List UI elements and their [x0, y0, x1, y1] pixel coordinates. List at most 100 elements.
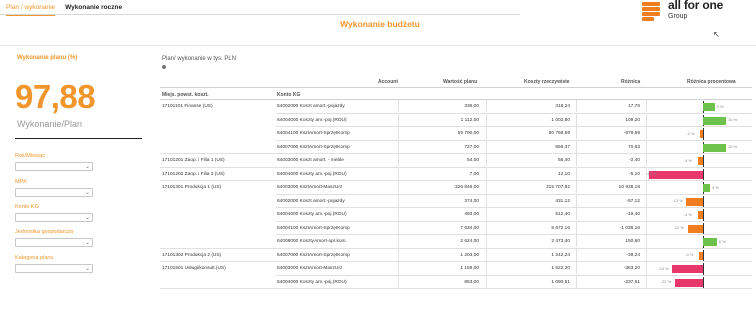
column-separator — [398, 154, 399, 166]
column-separator — [398, 194, 399, 207]
cell-cost: 2 473,40 — [551, 239, 570, 244]
cell-cost: 318,24 — [555, 104, 570, 109]
table-row[interactable]: 64007000 KsztAmort-SprzętKomp 727,00 656,3… — [160, 140, 752, 154]
cell-plan: 374,00 — [464, 198, 479, 204]
pct-bar-axis — [703, 263, 704, 275]
pct-bar-cell: -42 % — [646, 168, 750, 181]
column-separator — [576, 113, 577, 126]
pct-bar-label: -13 % — [672, 198, 683, 203]
column-separator — [486, 113, 487, 126]
table-row[interactable]: 64002000 Koszt amort.-pojazdy 374,00 431,1… — [160, 194, 752, 208]
filter-dropdown[interactable]: ⌄ — [15, 213, 93, 222]
column-separator — [486, 235, 487, 247]
column-separator — [486, 140, 487, 153]
pct-bar-label: -3 % — [685, 252, 694, 257]
filter-dropdown[interactable]: ⌄ — [15, 188, 93, 197]
cell-konto: 64008000 KosztyAmort-opr.kom. — [277, 239, 347, 244]
column-separator — [398, 127, 399, 139]
cell-diff: -57,12 — [626, 198, 640, 204]
cell-cost: 431,12 — [555, 198, 570, 204]
table-row[interactable]: 17101301 Produkcja 1 (US) 64003000 KsztAm… — [160, 181, 752, 195]
column-separator — [576, 275, 577, 288]
header-divider — [0, 14, 520, 15]
table-row[interactable]: 17101302 Produkcja 2 (US) 64007000 KsztAm… — [160, 248, 752, 262]
header-plan: Wartość planu — [443, 79, 478, 85]
pct-bar-label: -22 % — [660, 279, 672, 284]
table-row[interactable]: 64004000 Koszty am.-poj.(ROU) 1 112,00 1 0… — [160, 113, 752, 127]
cell-cost: 512,40 — [555, 212, 570, 217]
cell-diff: -1 038,16 — [619, 225, 640, 231]
cell-cost: 656,37 — [555, 144, 570, 150]
column-separator — [576, 248, 577, 261]
cell-plan: 326 846,00 — [454, 185, 479, 190]
logo-subtext: Group — [668, 13, 688, 20]
cell-konto: 64004100 KsztAmort-SprzętKomp — [277, 131, 350, 136]
kpi-underline — [15, 138, 142, 139]
column-separator — [576, 167, 577, 180]
table-row[interactable]: 64008000 KosztyAmort-opr.kom. 2 624,00 2 4… — [160, 235, 752, 249]
filter-jednostka-gospodarcza: Jednostka gospodarcza ⌄ — [15, 229, 93, 247]
company-logo: all for one Group — [638, 0, 748, 26]
cell-mpk: 17101302 Produkcja 2 (US) — [162, 252, 222, 258]
header-account: Account — [378, 79, 398, 85]
column-separator — [576, 235, 577, 247]
pct-bar-label: 10 % — [728, 117, 738, 122]
cell-plan: 2 624,00 — [460, 239, 479, 244]
table-row[interactable]: 64004000 Koszty am.-poj.(ROU) 493,00 512,4… — [160, 208, 752, 222]
kpi-subtitle: Wykonanie/Plan — [17, 119, 82, 129]
table-row[interactable]: 64004100 KsztAmort-SprzętKomp 7 634,00 8 6… — [160, 221, 752, 235]
cell-diff: -2,40 — [629, 158, 640, 163]
column-separator — [576, 262, 577, 274]
pct-bar — [686, 197, 703, 206]
pct-bar-label: -4 % — [683, 157, 693, 163]
pct-bar-axis — [703, 168, 704, 181]
pct-bar — [703, 238, 717, 246]
column-separator — [486, 167, 487, 180]
kpi-value: 97,88 — [15, 78, 96, 115]
column-separator — [398, 262, 399, 274]
cell-cost: 56,40 — [557, 158, 570, 163]
cell-diff: -237,51 — [623, 279, 640, 285]
logo-mark-icon — [642, 2, 660, 22]
table-row[interactable]: 64004100 KsztAmort-SprzętKomp 59 790,00 60… — [160, 127, 752, 141]
column-separator — [486, 221, 487, 234]
cell-diff: 17,76 — [627, 104, 640, 109]
pct-bar-label: -2 % — [686, 130, 695, 136]
cell-diff: -5,10 — [629, 171, 640, 177]
table-row[interactable]: 17101501 Usługi/konsult.(US) 64003000 Ksz… — [160, 262, 752, 276]
pct-bar — [697, 211, 703, 219]
cell-cost: 12,10 — [557, 171, 570, 177]
pct-bar-cell: -13 % — [646, 195, 750, 208]
pct-bar-cell: -22 % — [646, 276, 750, 289]
table-row[interactable]: 64004000 Koszty am.-poj.(ROU) 853,00 1 090… — [160, 275, 752, 289]
cell-mpk: 17101301 Produkcja 1 (US) — [162, 185, 222, 190]
filter-dropdown[interactable]: ⌄ — [15, 162, 93, 171]
pct-bar-cell: -24 % — [646, 263, 750, 275]
pct-bar — [703, 103, 715, 111]
cell-konto: 64004000 Koszty am.-poj.(ROU) — [277, 117, 347, 123]
cell-cost: 1 242,24 — [551, 252, 570, 258]
filter-rok-miesiac: Rok/Miesiąc ⌄ — [15, 153, 93, 171]
pct-bar — [697, 157, 703, 165]
budget-table: Account Wartość planu Koszty rzeczywiste… — [160, 76, 752, 289]
cell-mpk: 17101501 Usługi/konsult.(US) — [162, 266, 226, 271]
table-row[interactable]: 17101101 Finanse (US) 64002000 Koszt amor… — [160, 100, 752, 114]
column-separator — [576, 221, 577, 234]
filter-dropdown[interactable]: ⌄ — [15, 264, 93, 273]
pct-bar-cell: 5 % — [646, 101, 750, 113]
cell-konto: 64004000 Koszty am.-poj.(ROU) — [277, 279, 347, 285]
table-subheader: Miejs. powst. koszt. Konto KG — [160, 88, 752, 100]
pct-bar-label: -42 % — [646, 171, 657, 176]
cell-konto: 64003000 KsztAmort-MaszUrz — [277, 266, 343, 271]
cell-plan: 1 159,00 — [460, 266, 479, 271]
column-separator — [576, 181, 577, 193]
cell-plan: 336,00 — [464, 104, 479, 109]
filter-dropdown[interactable]: ⌄ — [15, 238, 93, 247]
table-row[interactable]: 17101201 Zaop. i Filia 1 (US) 64003000 Ko… — [160, 154, 752, 168]
column-separator — [398, 113, 399, 126]
cell-mpk: 17101202 Zaop. i Filia 3 (US) — [162, 171, 225, 177]
column-separator — [398, 235, 399, 247]
pct-bar — [703, 143, 727, 152]
table-row[interactable]: 17101202 Zaop. i Filia 3 (US) 64004000 Ko… — [160, 167, 752, 181]
filter-kategoria-planu: Kategoria planu ⌄ — [15, 255, 93, 273]
